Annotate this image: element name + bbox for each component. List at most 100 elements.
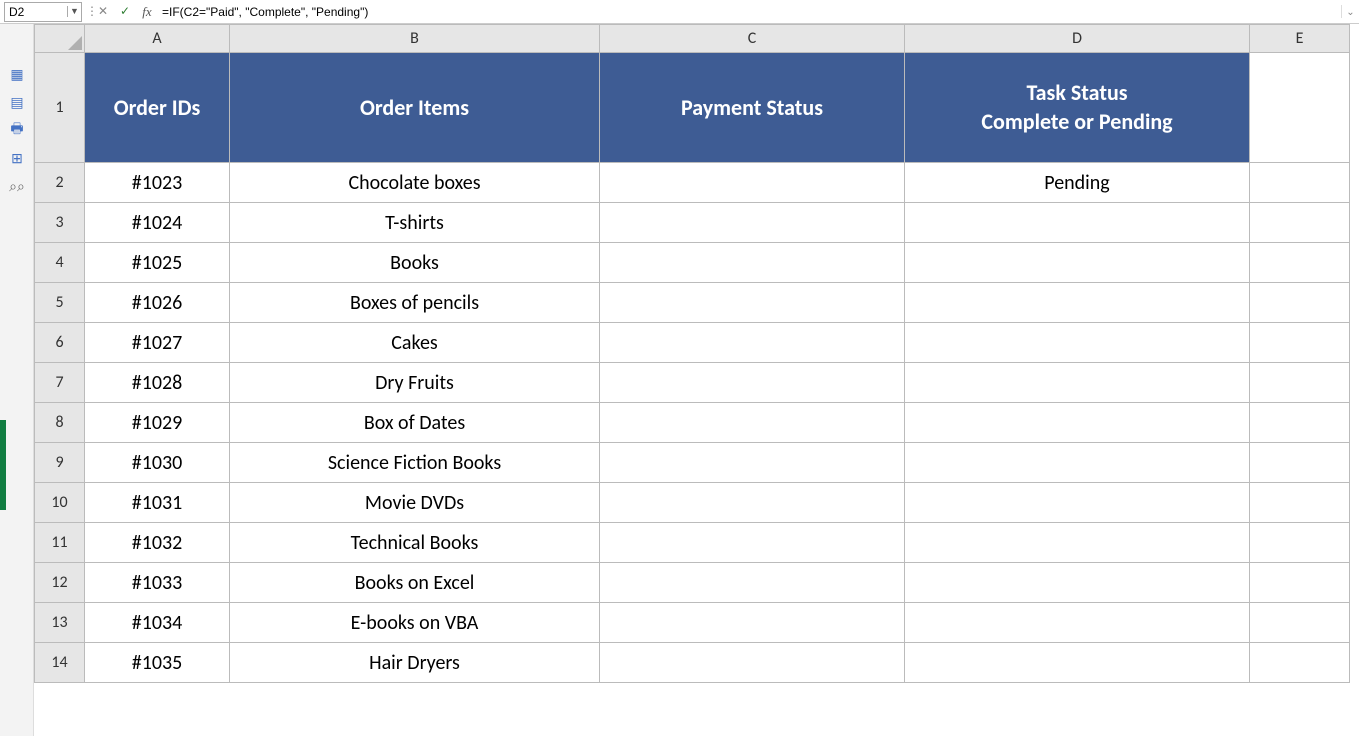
cell-order-id[interactable]: #1028 — [85, 363, 230, 403]
cell-payment-status[interactable] — [600, 563, 905, 603]
select-all-corner[interactable] — [35, 25, 85, 53]
cell-payment-status[interactable] — [600, 363, 905, 403]
cell-task-status[interactable]: Pending — [905, 163, 1250, 203]
cell-E7[interactable] — [1250, 363, 1350, 403]
cell-order-item[interactable]: T-shirts — [230, 203, 600, 243]
row-header-12[interactable]: 12 — [35, 563, 85, 603]
col-header-E[interactable]: E — [1250, 25, 1350, 53]
row-icon[interactable]: ▤ — [0, 88, 34, 116]
cell-payment-status[interactable] — [600, 523, 905, 563]
cell-task-status[interactable] — [905, 203, 1250, 243]
grid-icon[interactable]: ⊞ — [0, 144, 34, 172]
cell-order-id[interactable]: #1027 — [85, 323, 230, 363]
cell-E3[interactable] — [1250, 203, 1350, 243]
cell-task-status[interactable] — [905, 443, 1250, 483]
cell-task-status[interactable] — [905, 323, 1250, 363]
cell-order-item[interactable]: Science Fiction Books — [230, 443, 600, 483]
cell-E10[interactable] — [1250, 483, 1350, 523]
cell-order-item[interactable]: Boxes of pencils — [230, 283, 600, 323]
col-header-C[interactable]: C — [600, 25, 905, 53]
cell-order-item[interactable]: Hair Dryers — [230, 643, 600, 683]
cell-task-status[interactable] — [905, 603, 1250, 643]
formula-input[interactable] — [158, 5, 1341, 19]
cell-E13[interactable] — [1250, 603, 1350, 643]
cell-order-item[interactable]: Box of Dates — [230, 403, 600, 443]
cell-payment-status[interactable] — [600, 643, 905, 683]
cell-E14[interactable] — [1250, 643, 1350, 683]
header-order-ids[interactable]: Order IDs — [85, 53, 230, 163]
row-header-1[interactable]: 1 — [35, 53, 85, 163]
cell-payment-status[interactable] — [600, 323, 905, 363]
header-payment-status[interactable]: Payment Status — [600, 53, 905, 163]
cell-task-status[interactable] — [905, 643, 1250, 683]
cell-order-id[interactable]: #1030 — [85, 443, 230, 483]
header-task-status[interactable]: Task Status Complete or Pending — [905, 53, 1250, 163]
cell-order-id[interactable]: #1026 — [85, 283, 230, 323]
cell-order-item[interactable]: Technical Books — [230, 523, 600, 563]
cell-payment-status[interactable] — [600, 283, 905, 323]
cell-task-status[interactable] — [905, 523, 1250, 563]
cell-payment-status[interactable] — [600, 483, 905, 523]
cell-order-item[interactable]: Chocolate boxes — [230, 163, 600, 203]
cell-order-id[interactable]: #1032 — [85, 523, 230, 563]
cell-order-id[interactable]: #1035 — [85, 643, 230, 683]
cell-payment-status[interactable] — [600, 403, 905, 443]
row-header-7[interactable]: 7 — [35, 363, 85, 403]
cell-order-item[interactable]: Cakes — [230, 323, 600, 363]
row-header-11[interactable]: 11 — [35, 523, 85, 563]
expand-formula-bar-icon[interactable]: ⌄ — [1341, 5, 1359, 18]
row-header-5[interactable]: 5 — [35, 283, 85, 323]
cell-payment-status[interactable] — [600, 203, 905, 243]
col-header-B[interactable]: B — [230, 25, 600, 53]
cell-order-item[interactable]: Books — [230, 243, 600, 283]
row-header-2[interactable]: 2 — [35, 163, 85, 203]
cell-E12[interactable] — [1250, 563, 1350, 603]
row-header-9[interactable]: 9 — [35, 443, 85, 483]
cell-E2[interactable] — [1250, 163, 1350, 203]
row-header-10[interactable]: 10 — [35, 483, 85, 523]
cell-E5[interactable] — [1250, 283, 1350, 323]
col-header-A[interactable]: A — [85, 25, 230, 53]
cell-order-id[interactable]: #1024 — [85, 203, 230, 243]
print-icon[interactable]: 🖶 — [0, 116, 34, 144]
col-header-D[interactable]: D — [905, 25, 1250, 53]
cell-E6[interactable] — [1250, 323, 1350, 363]
cell-order-item[interactable]: E-books on VBA — [230, 603, 600, 643]
cell-order-id[interactable]: #1029 — [85, 403, 230, 443]
accept-formula-icon[interactable]: ✓ — [114, 4, 136, 19]
cell-E9[interactable] — [1250, 443, 1350, 483]
cell-task-status[interactable] — [905, 483, 1250, 523]
row-header-8[interactable]: 8 — [35, 403, 85, 443]
row-header-4[interactable]: 4 — [35, 243, 85, 283]
name-box[interactable]: ▼ — [4, 2, 82, 22]
row-header-13[interactable]: 13 — [35, 603, 85, 643]
cell-E1[interactable] — [1250, 53, 1350, 163]
cell-payment-status[interactable] — [600, 163, 905, 203]
cell-task-status[interactable] — [905, 363, 1250, 403]
row-header-3[interactable]: 3 — [35, 203, 85, 243]
header-order-items[interactable]: Order Items — [230, 53, 600, 163]
cell-task-status[interactable] — [905, 283, 1250, 323]
cell-task-status[interactable] — [905, 563, 1250, 603]
cancel-formula-icon[interactable]: ✕ — [92, 4, 114, 19]
cell-E11[interactable] — [1250, 523, 1350, 563]
cell-order-item[interactable]: Books on Excel — [230, 563, 600, 603]
fx-icon[interactable]: fx — [136, 4, 158, 20]
name-box-dropdown-icon[interactable]: ▼ — [67, 6, 81, 17]
cell-order-item[interactable]: Dry Fruits — [230, 363, 600, 403]
cell-order-item[interactable]: Movie DVDs — [230, 483, 600, 523]
cell-order-id[interactable]: #1034 — [85, 603, 230, 643]
table-icon[interactable]: ▦ — [0, 60, 34, 88]
name-box-input[interactable] — [5, 5, 67, 19]
cell-order-id[interactable]: #1023 — [85, 163, 230, 203]
spreadsheet-grid[interactable]: A B C D E 1 Order IDs Order Items Paymen… — [34, 24, 1359, 736]
cell-order-id[interactable]: #1031 — [85, 483, 230, 523]
cell-payment-status[interactable] — [600, 443, 905, 483]
cell-task-status[interactable] — [905, 403, 1250, 443]
cell-order-id[interactable]: #1033 — [85, 563, 230, 603]
row-header-6[interactable]: 6 — [35, 323, 85, 363]
cell-E4[interactable] — [1250, 243, 1350, 283]
cell-order-id[interactable]: #1025 — [85, 243, 230, 283]
row-header-14[interactable]: 14 — [35, 643, 85, 683]
binoculars-icon[interactable]: ⌕⌕ — [0, 172, 34, 200]
